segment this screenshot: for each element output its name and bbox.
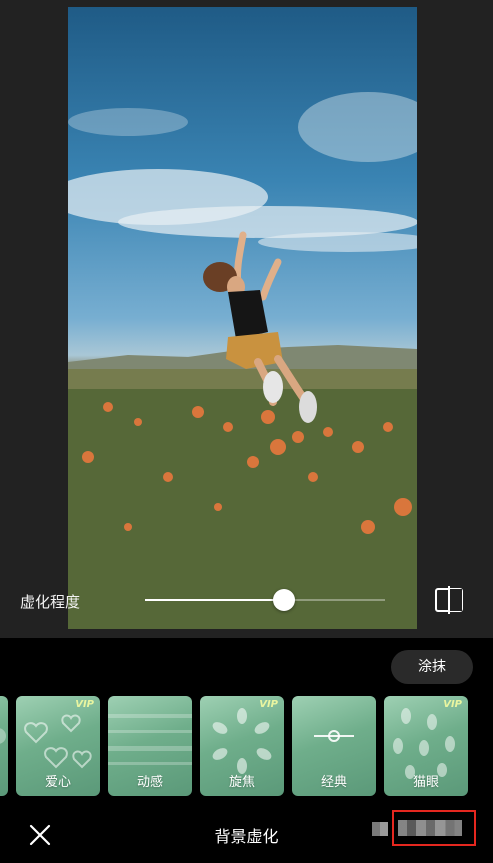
compare-icon[interactable] [432,584,466,616]
effect-label: 爱心 [44,775,71,790]
effect-label: 动感 [136,775,163,790]
blur-degree-label: 虚化程度 [20,593,81,611]
bottom-bar: 背景虚化 [0,808,493,863]
effects-panel: 涂抹 VIP 爱心 动感 VIP 旋焦 经典 VIP 猫眼 背景虚化 [0,638,493,863]
effect-item-swirl[interactable]: VIP 旋焦 [200,696,284,796]
redacted-area [372,822,388,836]
effect-item[interactable] [0,696,8,796]
vip-badge: VIP [259,699,278,710]
vip-badge: VIP [75,699,94,710]
effect-item-heart[interactable]: VIP 爱心 [16,696,100,796]
slider-fill [145,599,285,601]
blur-degree-slider[interactable] [145,589,385,611]
photo-preview [68,7,417,629]
effect-item-cateye[interactable]: VIP 猫眼 [384,696,468,796]
redacted-confirm-icon [398,820,462,836]
background-blur-editor: 虚化程度 涂抹 VIP 爱心 动感 VIP 旋焦 经典 VIP 猫眼 背景虚化 [0,0,493,863]
effect-item-classic[interactable]: 经典 [292,696,376,796]
effect-label: 经典 [320,775,347,790]
smear-button[interactable]: 涂抹 [391,650,473,684]
effect-label: 猫眼 [412,775,439,790]
confirm-button-highlight[interactable] [392,810,476,846]
effect-thumbnail [0,728,6,744]
effects-list[interactable]: VIP 爱心 动感 VIP 旋焦 经典 VIP 猫眼 [0,696,493,796]
vip-badge: VIP [443,699,462,710]
effect-label: 旋焦 [228,775,255,790]
effect-item-motion[interactable]: 动感 [108,696,192,796]
slider-thumb[interactable] [273,589,296,611]
photo-image [68,92,417,629]
